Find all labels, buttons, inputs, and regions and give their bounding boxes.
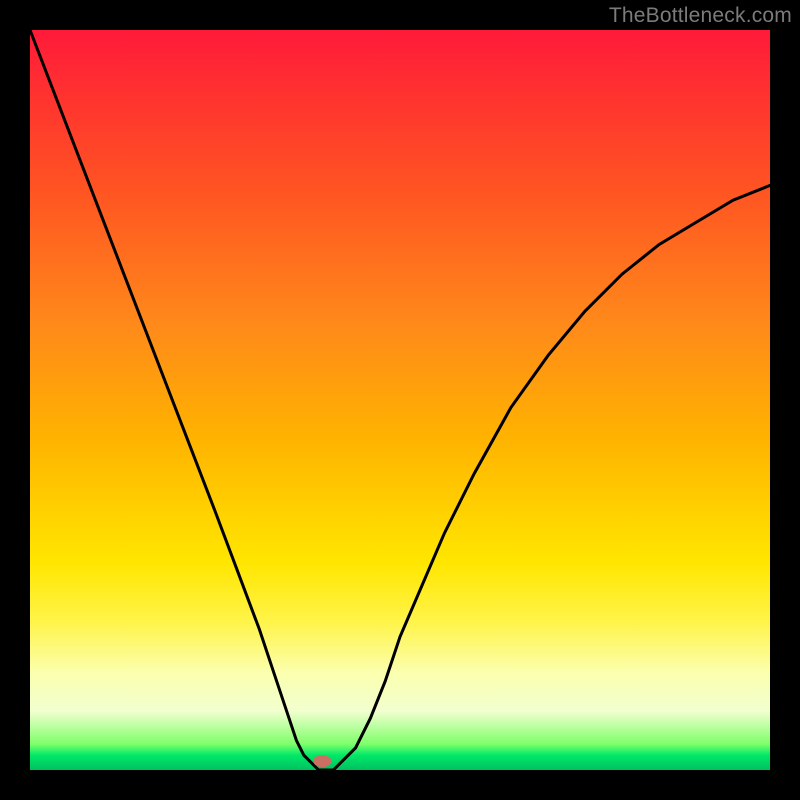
- min-marker: [313, 755, 331, 767]
- chart-frame: TheBottleneck.com: [0, 0, 800, 800]
- curve-svg: [30, 30, 770, 770]
- plot-area: [30, 30, 770, 770]
- watermark-text: TheBottleneck.com: [609, 4, 792, 28]
- bottleneck-curve-path: [30, 30, 770, 770]
